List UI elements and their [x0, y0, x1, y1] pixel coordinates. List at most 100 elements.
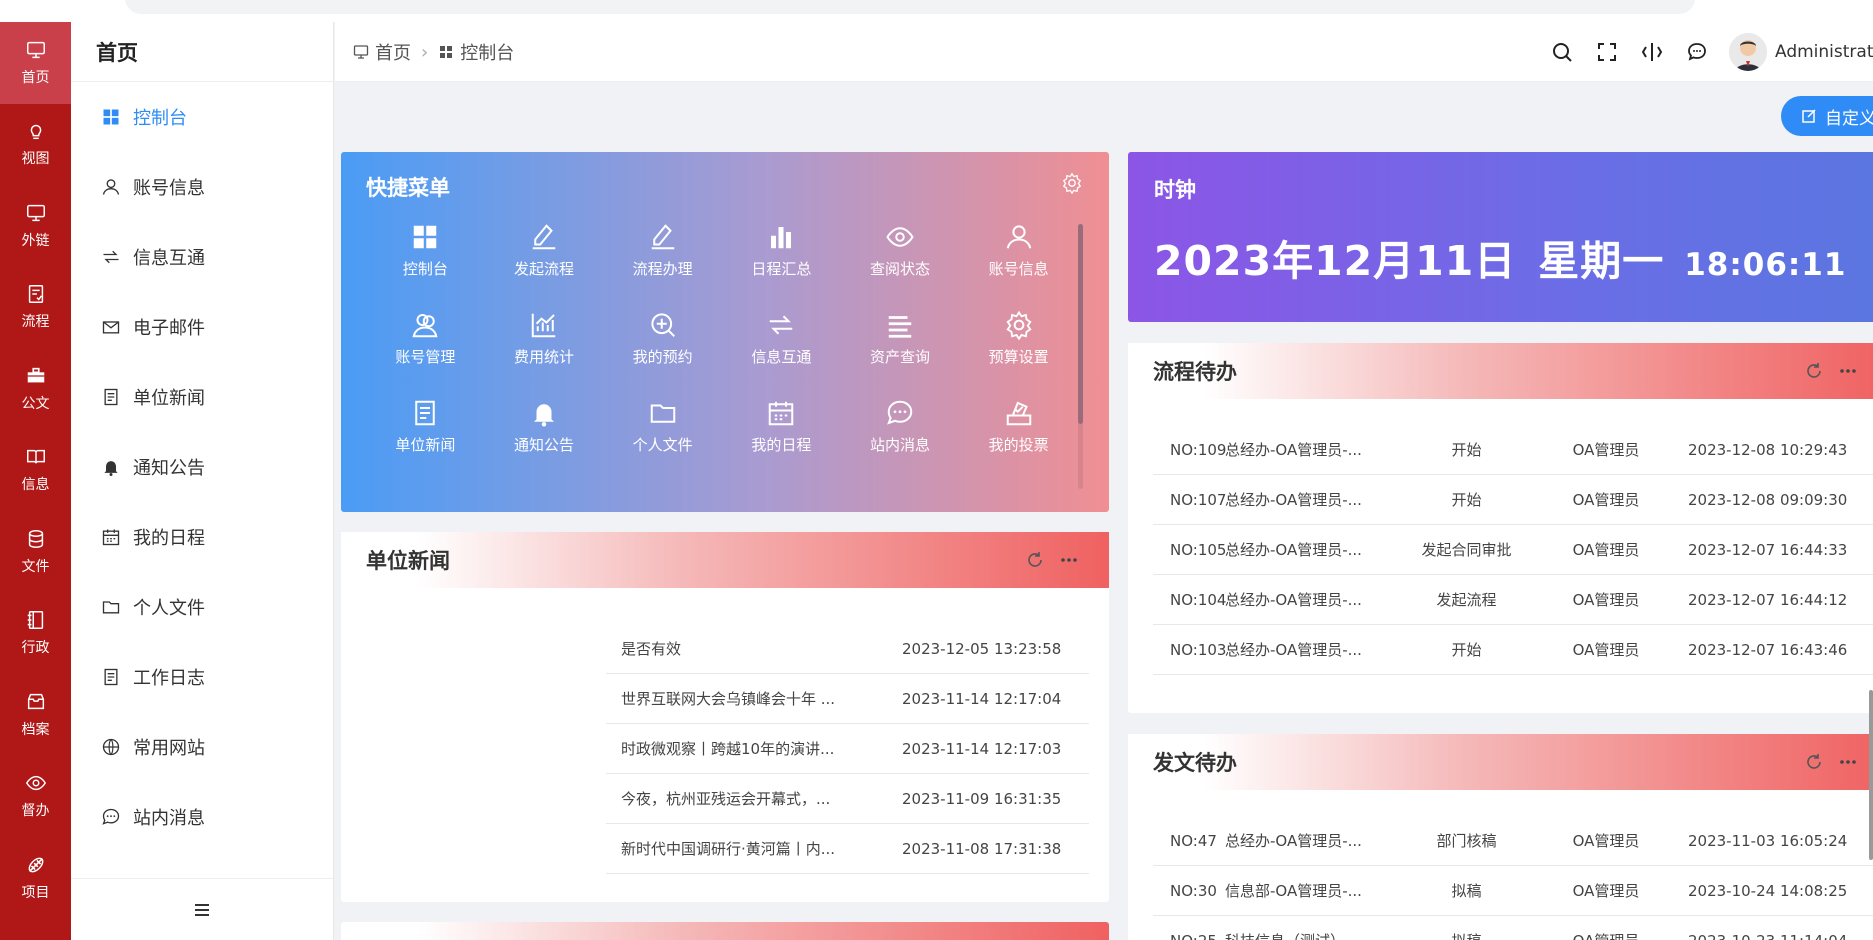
menu-item-label: 信息互通 [133, 248, 205, 269]
table-row[interactable]: NO:47 总经办-OA管理员-... 部门核稿 OA管理员 2023-11-03 16… [1153, 816, 1873, 866]
news-title[interactable]: 是否有效 [606, 638, 898, 659]
quick-menu-item[interactable]: 账号管理 [366, 310, 485, 383]
address-bar[interactable] [125, 0, 1695, 14]
table-row[interactable]: NO:103 总经办-OA管理员-... 开始 OA管理员 2023-12-07 16:… [1153, 625, 1873, 675]
rail-item-label: 文件 [21, 558, 50, 575]
rail-item-5[interactable]: 信息 [0, 430, 71, 512]
news-title[interactable]: 今夜，杭州亚残运会开幕式，... [606, 788, 898, 809]
avatar[interactable] [1729, 33, 1767, 71]
quick-menu-item[interactable]: 查阅状态 [841, 222, 960, 295]
menu-item-7[interactable]: 个人文件 [71, 572, 333, 642]
customize-button[interactable]: 自定义 [1781, 96, 1873, 136]
quick-menu-item[interactable]: 站内消息 [841, 398, 960, 471]
item-name[interactable]: 总经办-OA管理员-... [1219, 639, 1394, 660]
table-row[interactable]: NO:30 信息部-OA管理员-... 拟稿 OA管理员 2023-10-24 14:0… [1153, 866, 1873, 916]
item-name[interactable]: 总经办-OA管理员-... [1219, 439, 1394, 460]
table-row[interactable]: NO:105 总经办-OA管理员-... 发起合同审批 OA管理员 2023-12-07… [1153, 525, 1873, 575]
quick-menu-item[interactable]: 流程办理 [603, 222, 722, 295]
quick-menu-item[interactable]: 预算设置 [959, 310, 1078, 383]
quick-menu-scrollbar[interactable] [1078, 224, 1083, 489]
quick-menu-label: 资产查询 [869, 348, 930, 366]
quick-menu-item[interactable]: 日程汇总 [722, 222, 841, 295]
menu-item-10[interactable]: 站内消息 [71, 782, 333, 852]
quick-menu-item[interactable]: 个人文件 [603, 398, 722, 471]
next-card-header [341, 922, 1109, 940]
more-icon[interactable] [1838, 361, 1858, 381]
rail-item-1[interactable]: 视图 [0, 104, 71, 186]
menu-item-1[interactable]: 账号信息 [71, 152, 333, 222]
item-name[interactable]: 信息部-OA管理员-... [1219, 880, 1394, 901]
menu-item-2[interactable]: 信息互通 [71, 222, 333, 292]
rail-item-2[interactable]: 外链 [0, 185, 71, 267]
rail-item-9[interactable]: 督办 [0, 756, 71, 838]
gear-icon [1006, 310, 1032, 340]
item-name[interactable]: 科技信息（测试） [1219, 930, 1394, 940]
item-name[interactable]: 总经办-OA管理员-... [1219, 830, 1394, 851]
news-row[interactable]: 世界互联网大会乌镇峰会十年 ... 2023-11-14 12:17:04 [606, 674, 1089, 724]
folder-icon [102, 601, 120, 614]
news-row[interactable]: 是否有效 2023-12-05 13:23:58 [606, 624, 1089, 674]
item-name[interactable]: 总经办-OA管理员-... [1219, 539, 1394, 560]
breadcrumb-current[interactable]: 控制台 [460, 39, 514, 65]
rail-item-6[interactable]: 文件 [0, 511, 71, 593]
quick-menu-item[interactable]: 资产查询 [841, 310, 960, 383]
menu-item-4[interactable]: 单位新闻 [71, 362, 333, 432]
breadcrumb-home[interactable]: 首页 [375, 39, 411, 65]
menu-item-6[interactable]: 我的日程 [71, 502, 333, 572]
menu-item-5[interactable]: 通知公告 [71, 432, 333, 502]
quick-menu-item[interactable]: 发起流程 [485, 222, 604, 295]
refresh-icon[interactable] [1804, 361, 1824, 381]
menu-item-9[interactable]: 常用网站 [71, 712, 333, 782]
news-title[interactable]: 时政微观察丨跨越10年的演讲... [606, 738, 898, 759]
theme-button[interactable] [1629, 41, 1674, 63]
news-row[interactable]: 新时代中国调研行·黄河篇丨内... 2023-11-08 17:31:38 [606, 824, 1089, 874]
news-row[interactable]: 时政微观察丨跨越10年的演讲... 2023-11-14 12:17:03 [606, 724, 1089, 774]
quick-menu-item[interactable]: 信息互通 [722, 310, 841, 383]
menu-item-0[interactable]: 控制台 [71, 82, 333, 152]
refresh-icon[interactable] [1025, 550, 1045, 570]
quick-menu-item[interactable]: 我的投票 [959, 398, 1078, 471]
rail-item-8[interactable]: 档案 [0, 674, 71, 756]
news-time: 2023-11-14 12:17:03 [902, 739, 1062, 758]
rail-item-0[interactable]: 首页 [0, 22, 71, 104]
rail-item-10[interactable]: 项目 [0, 837, 71, 919]
news-title[interactable]: 世界互联网大会乌镇峰会十年 ... [606, 688, 898, 709]
quick-menu-item[interactable]: 费用统计 [485, 310, 604, 383]
news-row[interactable]: 今夜，杭州亚残运会开幕式，... 2023-11-09 16:31:35 [606, 774, 1089, 824]
quick-menu-item[interactable]: 通知公告 [485, 398, 604, 471]
quick-menu-item[interactable]: 控制台 [366, 222, 485, 295]
quick-menu-item[interactable]: 我的预约 [603, 310, 722, 383]
menu-item-8[interactable]: 工作日志 [71, 642, 333, 712]
more-icon[interactable] [1838, 752, 1858, 772]
user-avatar-icon [1729, 33, 1767, 71]
rail-item-3[interactable]: 流程 [0, 267, 71, 349]
news-title[interactable]: 新时代中国调研行·黄河篇丨内... [606, 838, 898, 859]
pen-icon [532, 224, 556, 250]
monitor-icon [26, 204, 45, 221]
item-name[interactable]: 总经办-OA管理员-... [1219, 489, 1394, 510]
search-button[interactable] [1539, 41, 1584, 63]
table-row[interactable]: NO:107 总经办-OA管理员-... 开始 OA管理员 2023-12-08 09:… [1153, 475, 1873, 525]
table-row[interactable]: NO:25科技信息（测试）拟稿OA管理员2023-10-23 11:14:04 [1153, 916, 1873, 940]
refresh-icon[interactable] [1804, 752, 1824, 772]
username[interactable]: Administrator [1775, 42, 1873, 62]
table-row[interactable]: NO:104 总经办-OA管理员-... 发起流程 OA管理员 2023-12-07 1… [1153, 575, 1873, 625]
database-icon [28, 529, 43, 548]
quick-menu-label: 我的预约 [632, 348, 693, 366]
quick-menu-item[interactable]: 账号信息 [959, 222, 1078, 295]
fullscreen-button[interactable] [1584, 41, 1629, 63]
rail-item-4[interactable]: 公文 [0, 348, 71, 430]
menu-item-3[interactable]: 电子邮件 [71, 292, 333, 362]
rail-item-7[interactable]: 行政 [0, 593, 71, 675]
messages-button[interactable] [1674, 41, 1719, 63]
table-row[interactable]: NO:109 总经办-OA管理员-... 开始 OA管理员 2023-12-08 10:… [1153, 425, 1873, 475]
item-step: 发起合同审批 [1421, 541, 1512, 559]
item-name[interactable]: 总经办-OA管理员-... [1219, 589, 1394, 610]
item-user: OA管理员 [1572, 441, 1640, 459]
quick-menu-item[interactable]: 单位新闻 [366, 398, 485, 471]
gear-icon[interactable] [1061, 172, 1083, 194]
collapse-menu-button[interactable] [71, 878, 333, 940]
page-scrollbar[interactable] [1869, 690, 1873, 860]
more-icon[interactable] [1059, 550, 1079, 570]
quick-menu-item[interactable]: 我的日程 [722, 398, 841, 471]
